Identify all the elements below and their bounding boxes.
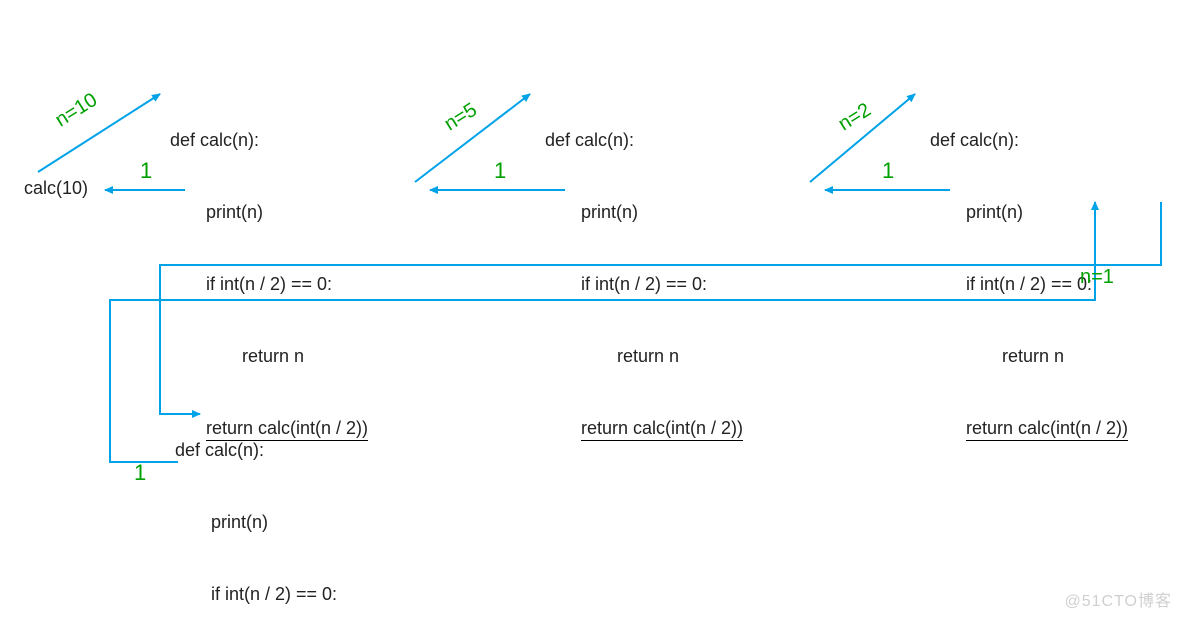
n-label-1: n=1 (1080, 266, 1114, 289)
n-label-5: n=5 (440, 99, 481, 136)
code-line: def calc(n): (170, 128, 368, 152)
n-label-2: n=2 (834, 99, 875, 136)
code-line: print(n) (930, 200, 1128, 224)
code-block-2: def calc(n): print(n) if int(n / 2) == 0… (545, 80, 743, 465)
code-line: return n (930, 344, 1128, 368)
code-line: return n (170, 344, 368, 368)
return-value-1a: 1 (140, 158, 152, 184)
return-value-1d: 1 (134, 460, 146, 486)
code-line: print(n) (170, 200, 368, 224)
return-value-1b: 1 (494, 158, 506, 184)
code-line: return n (545, 344, 743, 368)
code-line: print(n) (545, 200, 743, 224)
code-block-4: def calc(n): print(n) if int(n / 2) == 0… (175, 390, 373, 619)
watermark: @51CTO博客 (1064, 587, 1172, 611)
n-label-10: n=10 (51, 89, 101, 132)
code-line: def calc(n): (930, 128, 1128, 152)
code-line: def calc(n): (175, 438, 373, 462)
code-line: return calc(int(n / 2)) (930, 416, 1128, 441)
code-line: def calc(n): (545, 128, 743, 152)
code-line: print(n) (175, 510, 373, 534)
code-line: return calc(int(n / 2)) (545, 416, 743, 441)
initial-call-label: calc(10) (24, 178, 88, 199)
return-value-1c: 1 (882, 158, 894, 184)
code-line: if int(n / 2) == 0: (545, 272, 743, 296)
code-line: if int(n / 2) == 0: (170, 272, 368, 296)
code-line: if int(n / 2) == 0: (175, 582, 373, 606)
